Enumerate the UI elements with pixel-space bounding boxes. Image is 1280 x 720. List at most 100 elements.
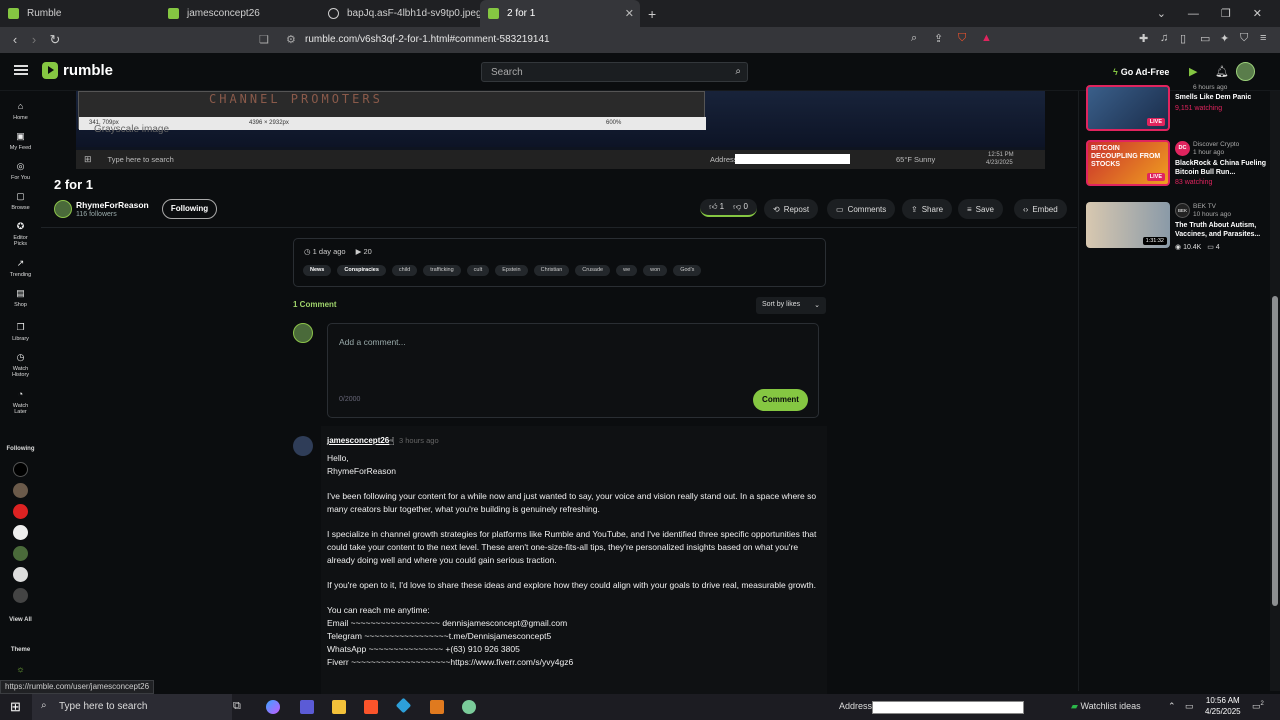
repost-button[interactable]: ⟲ Repost <box>764 199 819 219</box>
sidebar-item-watch-later[interactable]: ◔ Watch Later <box>0 389 41 415</box>
wallet-icon[interactable]: ▭ <box>1200 32 1210 45</box>
sidebar-item-home[interactable]: ⌂ Home <box>0 101 41 121</box>
brave-shield-icon[interactable]: ⛉ <box>958 32 966 45</box>
new-tab-button[interactable]: + <box>648 6 656 22</box>
browser-tab-jpeg[interactable]: bapJq.asF-4lbh1d-sv9tp0.jpeg (128 <box>320 0 480 27</box>
tag-chip[interactable]: Conspiracies <box>337 265 386 276</box>
vpn-icon[interactable]: ⛉ <box>1240 32 1248 45</box>
taskbar-address-input[interactable] <box>872 701 1024 714</box>
browser-tab-rumble[interactable]: Rumble <box>0 0 160 27</box>
submit-comment-button[interactable]: Comment <box>753 389 808 411</box>
sidebar-toggle-icon[interactable]: ▯ <box>1180 32 1186 45</box>
page-scrollbar[interactable] <box>1270 91 1280 691</box>
notification-bell-icon[interactable]: 🔔︎ <box>1215 65 1229 78</box>
menu-icon[interactable]: ≡ <box>1260 32 1266 44</box>
brave-rewards-icon[interactable]: ▲ <box>981 32 992 44</box>
zoom-icon[interactable]: ⌕ <box>911 32 917 45</box>
browser-tab-2-for-1[interactable]: 2 for 1 ✕ <box>480 0 640 27</box>
brave-browser-icon[interactable] <box>364 700 378 714</box>
forward-icon[interactable]: › <box>24 32 44 47</box>
sidebar-item-for-you[interactable]: ◎ For You <box>0 161 41 181</box>
following-button[interactable]: Following <box>162 199 217 219</box>
tag-chip[interactable]: Crusade <box>575 265 611 276</box>
sidebar-item-browse[interactable]: ▢ Browse <box>0 191 41 211</box>
tag-chip[interactable]: God's <box>673 265 702 276</box>
following-channel-avatar[interactable] <box>13 504 28 519</box>
user-avatar[interactable] <box>1236 62 1255 81</box>
search-icon[interactable]: ⌕ <box>735 66 741 77</box>
windows-start-icon[interactable]: ⊞ <box>10 699 21 715</box>
sidebar-item-library[interactable]: ❐ Library <box>0 322 41 342</box>
upload-camera-icon[interactable]: ▶ <box>1189 65 1197 78</box>
share-page-icon[interactable]: ⇪ <box>934 32 943 45</box>
channel-avatar[interactable] <box>54 200 72 218</box>
sidebar-item-my-feed[interactable]: ▣ My Feed <box>0 131 41 151</box>
hamburger-menu-icon[interactable] <box>14 65 28 75</box>
vscode-icon[interactable] <box>395 697 412 714</box>
following-channel-avatar[interactable] <box>13 588 28 603</box>
network-icon[interactable]: ▭ <box>1185 701 1194 712</box>
following-channel-avatar[interactable] <box>13 462 28 477</box>
tab-search-icon[interactable]: ⌄ <box>1157 7 1166 20</box>
sidebar-item-trending[interactable]: ↗ Trending <box>0 258 41 278</box>
sidebar-item-shop[interactable]: ▤ Shop <box>0 288 41 308</box>
go-ad-free-button[interactable]: ϟ Go Ad-Free <box>1113 64 1179 80</box>
dislike-button[interactable]: 👎︎ 0 <box>733 202 748 212</box>
sidebar-item-watch-history[interactable]: ◷ Watch History <box>0 352 41 378</box>
tag-chip[interactable]: trafficking <box>423 265 461 276</box>
sidebar-view-all[interactable]: View All <box>0 617 41 624</box>
share-button[interactable]: ⇪ Share <box>902 199 953 219</box>
rumble-logo[interactable]: rumble <box>42 62 113 79</box>
commenter-avatar[interactable] <box>293 436 313 456</box>
extensions-icon[interactable]: ✚ <box>1139 32 1148 45</box>
app-icon[interactable] <box>430 700 444 714</box>
following-channel-avatar[interactable] <box>13 483 28 498</box>
tag-chip[interactable]: Epstein <box>495 265 528 276</box>
app-icon[interactable] <box>462 700 476 714</box>
theme-toggle-icon[interactable]: ☼ <box>0 664 41 675</box>
sidebar-item-editor-picks[interactable]: ✪ Editor Picks <box>0 221 41 247</box>
site-info-icon[interactable]: ⚙ <box>286 33 296 46</box>
bookmark-icon[interactable]: ❏ <box>259 33 269 46</box>
close-tab-icon[interactable]: ✕ <box>625 7 634 20</box>
following-channel-avatar[interactable] <box>13 567 28 582</box>
tray-chevron-icon[interactable]: ⌃ <box>1168 701 1176 712</box>
save-button[interactable]: ≡ Save <box>958 199 1003 219</box>
back-icon[interactable]: ‹ <box>5 32 25 47</box>
reload-icon[interactable]: ↻ <box>45 32 65 48</box>
notification-center-icon[interactable]: ▭2 <box>1252 701 1264 712</box>
tag-chip[interactable]: cult <box>466 265 490 276</box>
browser-tab-jamesconcept[interactable]: jamesconcept26 <box>160 0 320 27</box>
close-window-icon[interactable]: ✕ <box>1253 7 1262 20</box>
task-view-icon[interactable]: ⧉ <box>233 700 247 714</box>
channel-name[interactable]: RhymeForReason <box>76 200 149 210</box>
recommended-video[interactable]: 1:31:32 BEK BEK TV 10 hours ago The Trut… <box>1086 202 1270 251</box>
media-icon[interactable]: ♫ <box>1160 32 1168 44</box>
tag-chip[interactable]: Christian <box>533 265 570 276</box>
commenter-username[interactable]: jamesconcept26 <box>327 436 389 445</box>
tag-chip[interactable]: we <box>616 265 638 276</box>
embed-button[interactable]: ‹› Embed <box>1014 199 1067 219</box>
following-channel-avatar[interactable] <box>13 525 28 540</box>
restore-icon[interactable]: ❐ <box>1221 7 1231 20</box>
watchlist-widget[interactable]: ▰ Watchlist ideas <box>1071 701 1141 712</box>
search-input[interactable]: Search ⌕ <box>481 62 748 82</box>
tag-chip[interactable]: child <box>391 265 418 276</box>
minimize-icon[interactable]: — <box>1188 8 1199 20</box>
taskbar-search-input[interactable]: ⌕ Type here to search <box>32 694 232 720</box>
scrollbar-thumb[interactable] <box>1272 296 1278 606</box>
tag-chip[interactable]: News <box>303 265 332 276</box>
following-channel-avatar[interactable] <box>13 546 28 561</box>
sort-select[interactable]: Sort by likes ⌄ <box>756 297 826 314</box>
comment-input[interactable]: Add a comment... 0/2000 Comment <box>327 323 819 418</box>
address-bar-url[interactable]: rumble.com/v6sh3qf-2-for-1.html#comment-… <box>305 34 550 45</box>
like-button[interactable]: 👍︎ 1 <box>709 202 724 212</box>
copilot-icon[interactable] <box>266 700 280 714</box>
file-explorer-icon[interactable] <box>332 700 346 714</box>
recommended-video[interactable]: BITCOIN DECOUPLING FROM STOCKS LIVE DC D… <box>1086 140 1270 186</box>
comments-button[interactable]: ▭ Comments <box>827 199 896 219</box>
taskbar-clock[interactable]: 10:56 AM 4/25/2025 <box>1205 695 1241 717</box>
leo-icon[interactable]: ✦ <box>1220 32 1229 45</box>
recommended-video[interactable]: LIVE 6 hours ago Smells Like Dem Panic 9… <box>1086 83 1270 131</box>
video-player[interactable]: CHANNEL PROMOTERS 341, 709px 4396 × 2932… <box>76 91 1045 169</box>
